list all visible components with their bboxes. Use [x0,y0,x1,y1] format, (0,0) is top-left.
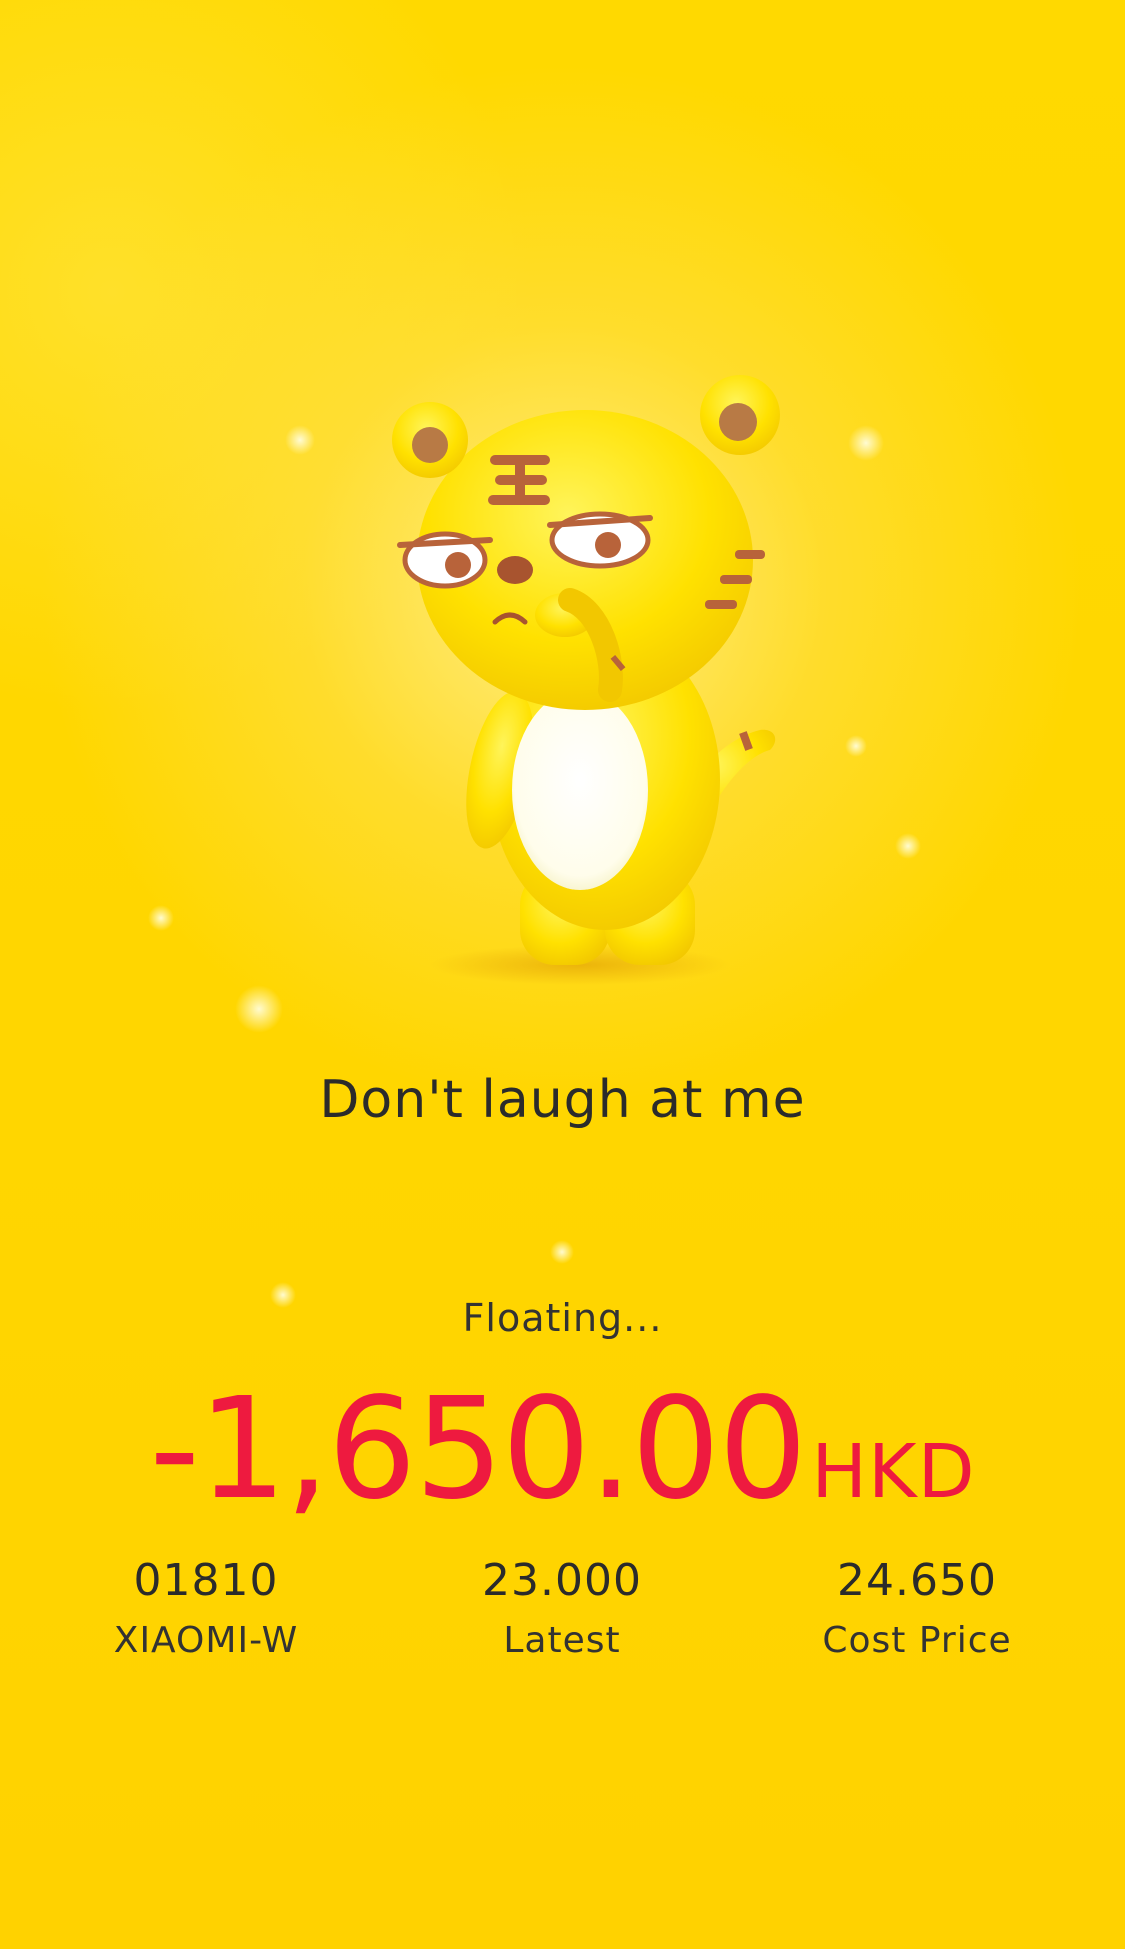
stat-stock-code: 01810 XIAOMI-W [46,1555,366,1661]
tiger-mascot-icon [392,375,780,985]
stat-value: 24.650 [837,1555,997,1606]
stat-label: XIAOMI-W [113,1620,299,1661]
pnl-amount: -1,650.00 [149,1368,807,1531]
stat-latest-price: 23.000 Latest [402,1555,722,1661]
sparkle-decoration [285,425,315,455]
stat-value: 23.000 [482,1555,642,1606]
stat-value: 01810 [133,1555,279,1606]
sparkle-decoration [148,905,174,931]
stat-cost-price: 24.650 Cost Price [757,1555,1077,1661]
sparkle-decoration [550,1240,574,1264]
stat-label: Latest [503,1620,621,1661]
pnl-currency: HKD [811,1429,976,1515]
sparkle-decoration [235,985,283,1033]
status-label: Floating... [462,1296,663,1340]
sparkle-decoration [895,833,921,859]
sparkle-decoration [848,425,884,461]
mascot-tagline: Don't laugh at me [319,1070,806,1130]
pnl-amount-row: -1,650.00HKD [0,1368,1125,1531]
sparkle-decoration [845,735,867,757]
stat-label: Cost Price [822,1620,1012,1661]
